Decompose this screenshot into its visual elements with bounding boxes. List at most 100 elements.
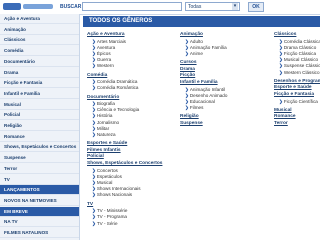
chevron-right-icon: ❯	[92, 173, 96, 179]
genre-link[interactable]: Ficção	[180, 73, 227, 80]
sidebar-item[interactable]: Romance	[0, 132, 79, 142]
genre-link[interactable]: TV	[87, 202, 162, 209]
chevron-right-icon: ❯	[185, 105, 189, 111]
chevron-right-icon: ❯	[92, 192, 96, 198]
subgenre-label: Suspense Clássico	[283, 63, 320, 69]
subgenre-label: Adulto	[189, 38, 203, 44]
search-ok-button[interactable]: OK	[248, 2, 264, 12]
chevron-right-icon: ❯	[92, 167, 96, 173]
genre-link[interactable]: Comédia	[87, 73, 162, 80]
genre-link[interactable]: Infantil e Família	[180, 80, 227, 87]
chevron-right-icon: ❯	[92, 119, 96, 125]
chevron-right-icon: ❯	[92, 85, 96, 91]
subgenre-link[interactable]: ❯Ficção Científica	[274, 99, 320, 105]
chevron-right-icon: ❯	[92, 38, 96, 44]
genre-link[interactable]: Animação	[180, 32, 227, 39]
sidebar-item[interactable]: Infantil e Família	[0, 89, 79, 99]
sidebar-item[interactable]: Drama	[0, 68, 79, 78]
sidebar-item[interactable]: Comédia	[0, 46, 79, 57]
chevron-right-icon: ❯	[92, 44, 96, 50]
genre-link[interactable]: Esporte e Saúde	[274, 85, 320, 92]
subgenre-label: Western	[96, 63, 114, 69]
sidebar-item[interactable]: Clássicos	[0, 35, 79, 46]
subgenre-label: Shows Internacionais	[96, 186, 141, 192]
logo-wordmark	[23, 4, 53, 9]
sidebar-item[interactable]: Documentário	[0, 57, 79, 67]
genre-link[interactable]: Documentário	[87, 95, 162, 102]
sidebar: Ação e Aventura Animação Clássicos Comédia D…	[0, 14, 80, 240]
subgenre-label: Jornalismo	[96, 119, 120, 125]
subgenre-label: Espetáculos	[96, 173, 122, 179]
subgenre-label: Ficção Científica	[283, 98, 318, 104]
genre-link[interactable]: Ficção e Fantasia	[274, 92, 320, 99]
sidebar-item[interactable]: Religião	[0, 121, 79, 131]
genre-link[interactable]: Cursos	[180, 60, 227, 67]
genre-link[interactable]: Esportes e Saúde	[87, 141, 162, 148]
subgenre-label: Animação Infantil	[189, 86, 226, 92]
chevron-right-icon: ❯	[92, 208, 96, 214]
genre-link[interactable]: Suspense	[180, 121, 227, 128]
subgenre-label: Desenho Animado	[189, 92, 228, 98]
sidebar-item[interactable]: TV	[0, 175, 79, 185]
sidebar-item[interactable]: Shows, Espetáculos e Concertos	[0, 142, 79, 153]
subgenre-label: Guerra	[96, 57, 112, 63]
subgenre-label: Aventura	[96, 44, 116, 50]
page-title: TODOS OS GÊNEROS	[83, 16, 320, 27]
sidebar-item[interactable]: Animação	[0, 25, 79, 35]
genre-link[interactable]: Policial	[87, 154, 162, 161]
search-label: BUSCAR	[60, 4, 82, 10]
site-logo[interactable]	[1, 0, 58, 13]
sidebar-item[interactable]: Musical	[0, 100, 79, 110]
chevron-right-icon: ❯	[279, 57, 283, 63]
subgenre-label: Ciência e Tecnologia	[96, 107, 140, 113]
sidebar-item[interactable]: FILMES NATALINOS	[0, 228, 79, 238]
genre-link[interactable]: Terror	[274, 121, 320, 128]
chevron-down-icon: ▾	[232, 3, 238, 10]
search-input[interactable]	[82, 2, 182, 11]
sidebar-item[interactable]: Policial	[0, 110, 79, 121]
top-bar: BUSCAR Todas ▾ OK	[0, 0, 320, 15]
genre-column-3: Clássicos ❯Comédia Clássica ❯Drama Clássic…	[274, 32, 320, 127]
sidebar-item[interactable]: LANÇAMENTOS	[0, 185, 79, 196]
genre-link[interactable]: Romance	[274, 114, 320, 121]
subgenre-label: Comédia Dramática	[96, 79, 138, 85]
search-category-value: Todas	[188, 4, 202, 10]
sidebar-item[interactable]: Ficção e Fantasia	[0, 78, 79, 89]
chevron-right-icon: ❯	[92, 125, 96, 131]
sidebar-item[interactable]: Suspense	[0, 153, 79, 164]
subgenre-label: Western Clássico	[283, 69, 320, 75]
logo-mark	[3, 3, 21, 10]
sidebar-item[interactable]: NOVOS NA NETMOVIES	[0, 196, 79, 206]
sidebar-item[interactable]: NA TV	[0, 217, 79, 228]
subgenre-label: Musical Clássico	[283, 57, 319, 63]
chevron-right-icon: ❯	[279, 98, 283, 104]
sidebar-item[interactable]: Terror	[0, 164, 79, 174]
chevron-right-icon: ❯	[279, 63, 283, 69]
chevron-right-icon: ❯	[92, 63, 96, 69]
subgenre-label: TV - Programa	[96, 214, 127, 220]
search-category-select[interactable]: Todas ▾	[185, 2, 240, 11]
chevron-right-icon: ❯	[279, 50, 283, 56]
subgenre-label: Épicos	[96, 50, 111, 56]
genre-link[interactable]: Ação e Aventura	[87, 32, 162, 39]
subgenre-label: Animação Família	[189, 44, 227, 50]
chevron-right-icon: ❯	[279, 38, 283, 44]
subgenre-link[interactable]: ❯Western Clássico	[274, 70, 320, 76]
chevron-right-icon: ❯	[92, 57, 96, 63]
chevron-right-icon: ❯	[92, 132, 96, 138]
chevron-right-icon: ❯	[92, 186, 96, 192]
genre-link[interactable]: Clássicos	[274, 32, 320, 39]
subgenre-label: Shows Nacionais	[96, 192, 133, 198]
sidebar-item[interactable]: EM BREVE	[0, 206, 79, 217]
sidebar-item[interactable]: Ação e Aventura	[0, 14, 79, 24]
genre-link[interactable]: Shows, Espetáculos e Concertos	[87, 161, 162, 168]
chevron-right-icon: ❯	[185, 92, 189, 98]
subgenre-label: Anime	[189, 50, 203, 56]
genre-column-2: Animação ❯Adulto ❯Animação Família ❯Anime Cu…	[180, 32, 227, 127]
genre-link[interactable]: Religião	[180, 114, 227, 121]
subgenre-label: Comédia Romântica	[96, 85, 139, 91]
chevron-right-icon: ❯	[92, 220, 96, 226]
chevron-right-icon: ❯	[92, 113, 96, 119]
chevron-right-icon: ❯	[92, 79, 96, 85]
